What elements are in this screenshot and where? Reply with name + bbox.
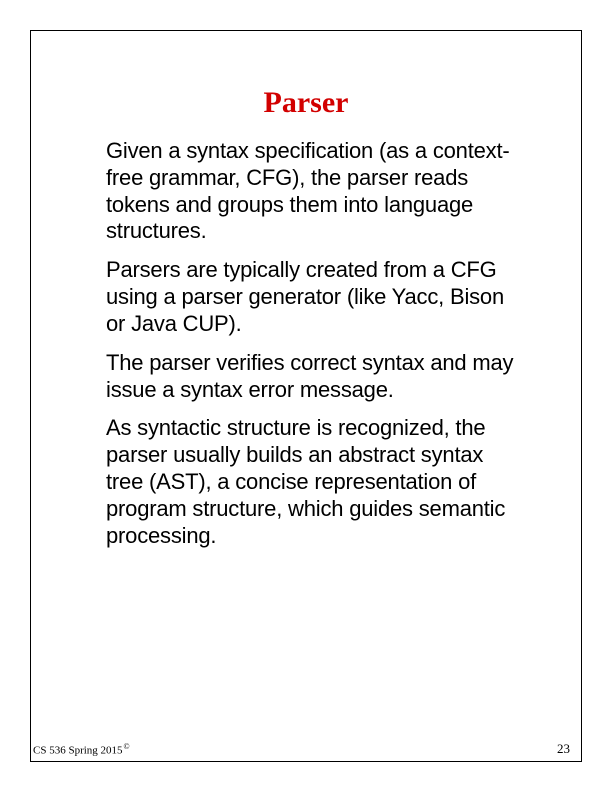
footer-course: CS 536 Spring 2015© <box>33 742 130 757</box>
page-frame: Parser Given a syntax specification (as … <box>30 30 582 762</box>
paragraph-1: Given a syntax specification (as a conte… <box>106 138 526 245</box>
paragraph-2: Parsers are typically created from a CFG… <box>106 257 526 337</box>
content-area: Parser Given a syntax specification (as … <box>31 31 581 550</box>
paragraph-3: The parser verifies correct syntax and m… <box>106 350 526 404</box>
course-label: CS 536 Spring 2015 <box>33 745 123 757</box>
paragraph-4: As syntactic structure is recognized, th… <box>106 415 526 549</box>
slide-title: Parser <box>86 86 526 120</box>
copyright-symbol: © <box>124 742 130 751</box>
footer-page-number: 23 <box>557 741 570 757</box>
